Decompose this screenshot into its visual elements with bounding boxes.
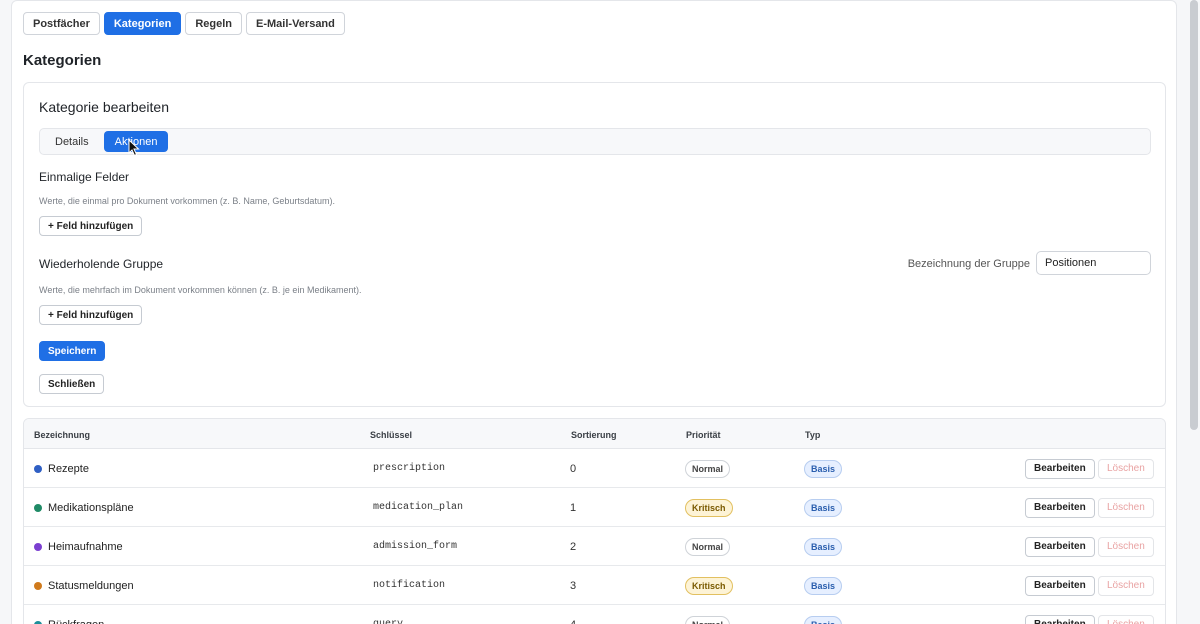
delete-button[interactable]: Löschen <box>1098 575 1154 596</box>
table-row: Rückfragen query 4 Normal Basis BearbeitenLös… <box>24 605 1165 624</box>
row-name-text: Medikationspläne <box>48 501 134 514</box>
type-badge: Basis <box>804 576 843 595</box>
edit-button[interactable]: Bearbeiten <box>1025 614 1095 624</box>
tab-postfaecher[interactable]: Postfächer <box>23 12 100 35</box>
scrollbar[interactable] <box>1190 0 1198 430</box>
row-edit: Bearbeiten <box>1025 605 1095 624</box>
row-delete: Löschen <box>1098 566 1154 605</box>
table-row: Statusmeldungen notification 3 Kritisch Basi… <box>24 566 1165 605</box>
row-priority: Normal <box>685 605 731 624</box>
category-color-dot <box>34 620 42 624</box>
categories-table: Bezeichnung Schlüssel Sortierung Priorit… <box>23 418 1166 624</box>
row-delete: Löschen <box>1098 527 1154 566</box>
close-button[interactable]: Schließen <box>39 374 105 394</box>
edit-category-card: Kategorie bearbeiten Details Aktionen Ei… <box>23 82 1166 407</box>
row-name: Rückfragen <box>34 605 104 624</box>
category-color-dot <box>34 503 42 512</box>
add-single-field-button[interactable]: + Feld hinzufügen <box>39 216 143 236</box>
header-bezeichnung: Bezeichnung <box>34 430 91 440</box>
repeating-group-title: Wiederholende Gruppe <box>39 257 164 271</box>
header-typ: Typ <box>805 430 821 440</box>
row-priority: Normal <box>685 449 731 488</box>
edit-button[interactable]: Bearbeiten <box>1025 497 1095 518</box>
row-priority: Kritisch <box>685 488 733 527</box>
repeating-group-hint: Werte, die mehrfach im Dokument vorkomme… <box>39 285 362 295</box>
row-delete: Löschen <box>1098 605 1154 624</box>
row-key: prescription <box>373 463 446 474</box>
tab-details[interactable]: Details <box>44 131 100 152</box>
mouse-cursor-icon <box>128 139 140 157</box>
category-color-dot <box>34 464 42 473</box>
tab-regeln[interactable]: Regeln <box>185 12 243 35</box>
row-name-text: Heimaufnahme <box>48 540 123 553</box>
tab-kategorien[interactable]: Kategorien <box>103 12 182 35</box>
table-row: Rezepte prescription 0 Normal Basis Bearbeite… <box>24 449 1165 488</box>
card-title: Kategorie bearbeiten <box>39 99 169 115</box>
row-edit: Bearbeiten <box>1025 449 1095 488</box>
group-name-input[interactable] <box>1036 251 1151 275</box>
row-name: Statusmeldungen <box>34 566 134 605</box>
edit-button[interactable]: Bearbeiten <box>1025 458 1095 479</box>
priority-badge: Normal <box>685 615 731 624</box>
add-repeating-field-button[interactable]: + Feld hinzufügen <box>39 305 143 325</box>
row-sort: 4 <box>570 605 576 624</box>
row-delete: Löschen <box>1098 488 1154 527</box>
type-badge: Basis <box>804 537 843 556</box>
tab-email-versand[interactable]: E-Mail-Versand <box>246 12 345 35</box>
row-key: medication_plan <box>373 502 464 513</box>
top-tabs: Postfächer Kategorien Regeln E-Mail-Vers… <box>23 12 345 35</box>
editor-tabs: Details Aktionen <box>39 128 1151 155</box>
delete-button[interactable]: Löschen <box>1098 536 1154 557</box>
delete-button[interactable]: Löschen <box>1098 458 1154 479</box>
row-key: notification <box>373 580 446 591</box>
table-header: Bezeichnung Schlüssel Sortierung Priorit… <box>24 419 1165 449</box>
category-color-dot <box>34 581 42 590</box>
header-schluessel: Schlüssel <box>370 430 413 440</box>
row-name: Rezepte <box>34 449 89 488</box>
priority-badge: Normal <box>685 537 731 556</box>
save-button[interactable]: Speichern <box>39 341 106 361</box>
row-name: Medikationspläne <box>34 488 134 527</box>
edit-button[interactable]: Bearbeiten <box>1025 575 1095 596</box>
row-priority: Normal <box>685 527 731 566</box>
row-delete: Löschen <box>1098 449 1154 488</box>
row-name: Heimaufnahme <box>34 527 123 566</box>
row-type: Basis <box>804 488 843 527</box>
priority-badge: Kritisch <box>685 576 733 595</box>
row-name-text: Statusmeldungen <box>48 579 134 592</box>
row-type: Basis <box>804 566 843 605</box>
type-badge: Basis <box>804 615 843 624</box>
single-fields-title: Einmalige Felder <box>39 170 130 184</box>
row-sort: 0 <box>570 462 577 475</box>
row-name-text: Rezepte <box>48 462 89 475</box>
row-name-text: Rückfragen <box>48 619 104 624</box>
edit-button[interactable]: Bearbeiten <box>1025 536 1095 557</box>
header-sortierung: Sortierung <box>571 430 617 440</box>
row-type: Basis <box>804 605 843 624</box>
type-badge: Basis <box>804 498 843 517</box>
type-badge: Basis <box>804 459 843 478</box>
row-type: Basis <box>804 449 843 488</box>
row-sort: 1 <box>570 501 577 514</box>
row-edit: Bearbeiten <box>1025 566 1095 605</box>
group-name-label: Bezeichnung der Gruppe <box>907 258 1030 270</box>
row-priority: Kritisch <box>685 566 733 605</box>
priority-badge: Kritisch <box>685 498 733 517</box>
table-row: Medikationspläne medication_plan 1 Kritisch… <box>24 488 1165 527</box>
priority-badge: Normal <box>685 459 731 478</box>
header-prioritaet: Priorität <box>686 430 721 440</box>
single-fields-hint: Werte, die einmal pro Dokument vorkommen… <box>39 196 335 206</box>
row-edit: Bearbeiten <box>1025 488 1095 527</box>
row-key: admission_form <box>373 541 458 552</box>
table-row: Heimaufnahme admission_form 2 Normal Basis Be… <box>24 527 1165 566</box>
row-sort: 2 <box>570 540 577 553</box>
delete-button[interactable]: Löschen <box>1098 497 1154 518</box>
category-color-dot <box>34 542 42 551</box>
row-sort: 3 <box>570 579 577 592</box>
row-edit: Bearbeiten <box>1025 527 1095 566</box>
page-title: Kategorien <box>23 52 102 69</box>
delete-button[interactable]: Löschen <box>1098 614 1154 624</box>
row-type: Basis <box>804 527 843 566</box>
row-key: query <box>373 605 403 624</box>
